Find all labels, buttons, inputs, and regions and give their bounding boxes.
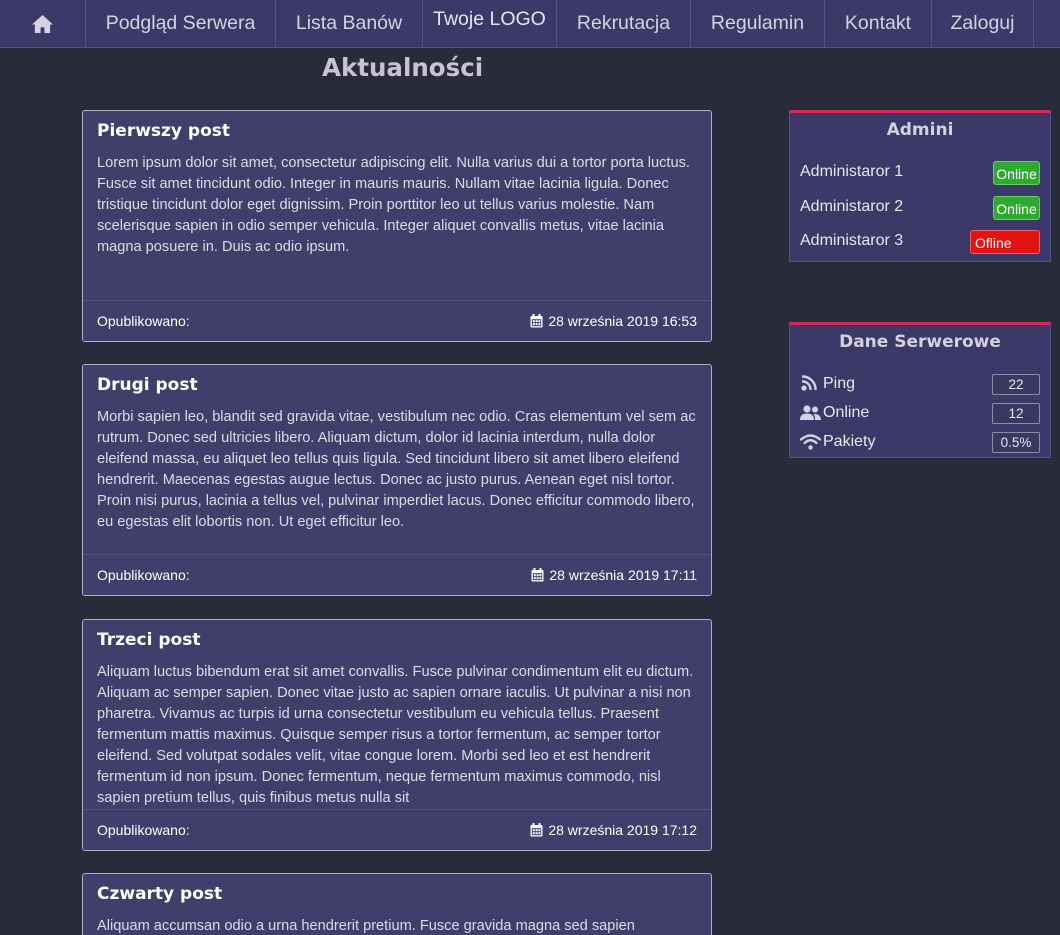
published-label: Opublikowano: xyxy=(97,822,190,838)
stat-value: 22 xyxy=(992,374,1040,395)
admins-panel-title: Admini xyxy=(886,120,954,140)
published-label: Opublikowano: xyxy=(97,313,190,329)
published-label: Opublikowano: xyxy=(97,567,190,583)
calendar-icon xyxy=(531,568,544,582)
news-post: Pierwszy post Lorem ipsum dolor sit amet… xyxy=(82,110,712,342)
post-date-text: 28 września 2019 17:11 xyxy=(549,567,697,583)
news-post: Trzeci post Aliquam luctus bibendum erat… xyxy=(82,619,712,851)
post-title[interactable]: Trzeci post xyxy=(97,630,200,650)
wifi-icon xyxy=(800,434,821,450)
users-icon xyxy=(800,405,821,420)
stat-label: Ping xyxy=(823,375,856,392)
stat-label: Online xyxy=(823,404,870,421)
status-badge-online: Online xyxy=(993,161,1040,185)
admin-row: Administaror 3 Ofline xyxy=(800,230,1040,256)
stat-row-ping: Ping 22 xyxy=(800,374,1040,396)
status-badge-offline: Ofline xyxy=(970,230,1040,254)
admin-row: Administaror 1 Online xyxy=(800,161,1040,187)
nav-home-button[interactable] xyxy=(0,0,86,47)
nav-item-contact[interactable]: Kontakt xyxy=(825,0,932,47)
post-title[interactable]: Drugi post xyxy=(97,375,198,395)
stat-value: 12 xyxy=(992,403,1040,424)
home-icon xyxy=(32,14,53,33)
post-footer: Opublikowano: 28 września 2019 17:11 xyxy=(83,554,711,595)
post-title[interactable]: Czwarty post xyxy=(97,884,222,904)
nav-item-login[interactable]: Zaloguj xyxy=(932,0,1034,47)
post-footer: Opublikowano: 28 września 2019 17:12 xyxy=(83,809,711,850)
post-title[interactable]: Pierwszy post xyxy=(97,121,230,141)
server-data-panel: Dane Serwerowe Ping 22 Online 12 Pakiety… xyxy=(789,322,1051,458)
admins-panel: Admini Administaror 1 Online Administaro… xyxy=(789,110,1051,262)
calendar-icon xyxy=(530,823,543,837)
nav-item-server-preview[interactable]: Podgląd Serwera xyxy=(86,0,276,47)
post-body: Aliquam luctus bibendum erat sit amet co… xyxy=(97,664,694,806)
stat-row-packets: Pakiety 0.5% xyxy=(800,432,1040,454)
status-badge-online: Online xyxy=(993,196,1040,220)
page-title: Aktualności xyxy=(322,53,484,82)
post-date: 28 września 2019 17:11 xyxy=(531,567,697,583)
post-body: Morbi sapien leo, blandit sed gravida vi… xyxy=(97,409,696,530)
admin-name[interactable]: Administaror 3 xyxy=(800,232,903,250)
signal-icon xyxy=(801,375,817,391)
nav-item-recruitment[interactable]: Rekrutacja xyxy=(557,0,691,47)
stat-label: Pakiety xyxy=(823,433,876,450)
admin-name[interactable]: Administaror 2 xyxy=(800,198,903,216)
post-date: 28 września 2019 16:53 xyxy=(530,313,697,329)
post-body: Aliquam accumsan odio a urna hendrerit p… xyxy=(97,918,635,934)
news-post: Czwarty post Aliquam accumsan odio a urn… xyxy=(82,873,712,935)
stat-value: 0.5% xyxy=(992,432,1040,453)
post-date-text: 28 września 2019 17:12 xyxy=(548,822,697,838)
post-footer: Opublikowano: 28 września 2019 16:53 xyxy=(83,300,711,341)
server-data-panel-title: Dane Serwerowe xyxy=(839,332,1001,352)
nav-item-rules[interactable]: Regulamin xyxy=(691,0,825,47)
post-date-text: 28 września 2019 16:53 xyxy=(548,313,697,329)
post-body: Lorem ipsum dolor sit amet, consectetur … xyxy=(97,155,690,255)
nav-item-logo[interactable]: Twoje LOGO xyxy=(423,0,557,47)
admin-name[interactable]: Administaror 1 xyxy=(800,163,903,181)
stat-row-online: Online 12 xyxy=(800,403,1040,425)
post-date: 28 września 2019 17:12 xyxy=(530,822,697,838)
calendar-icon xyxy=(530,314,543,328)
top-navbar: Podgląd Serwera Lista Banów Twoje LOGO R… xyxy=(0,0,1060,48)
news-post: Drugi post Morbi sapien leo, blandit sed… xyxy=(82,364,712,596)
nav-item-ban-list[interactable]: Lista Banów xyxy=(276,0,423,47)
admin-row: Administaror 2 Online xyxy=(800,196,1040,222)
